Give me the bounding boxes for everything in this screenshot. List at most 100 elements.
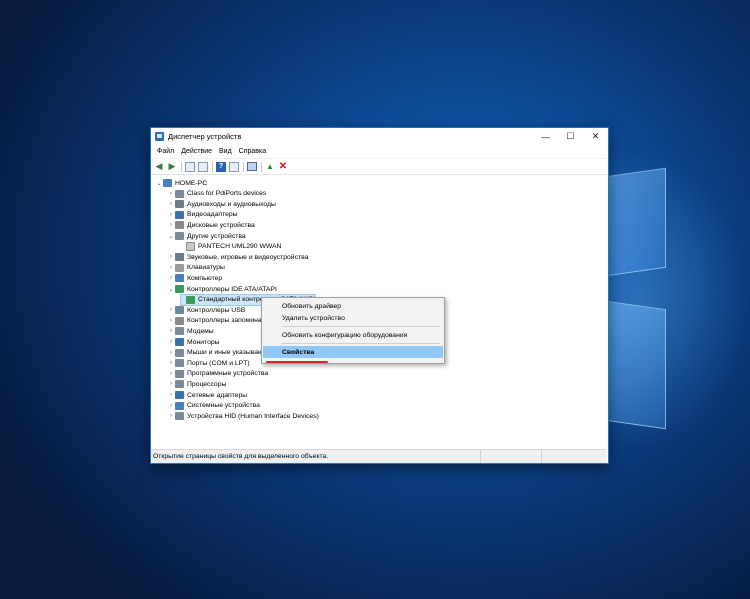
tree-root-label: HOME-PC [175, 179, 208, 187]
pc-device-icon [175, 401, 184, 410]
chevron-right-icon[interactable]: › [167, 222, 175, 228]
dev-device-icon [175, 327, 184, 336]
computer-icon [163, 179, 172, 187]
pc-device-icon [175, 274, 184, 283]
minimize-button[interactable]: — [533, 132, 558, 142]
tree-category[interactable]: › Программные устройства [167, 369, 268, 379]
dev-device-icon [175, 189, 184, 198]
chevron-down-icon[interactable]: ⌄ [155, 180, 163, 187]
tree-item-label: Мониторы [187, 338, 220, 346]
chevron-right-icon[interactable]: › [167, 392, 175, 398]
tree-category[interactable]: › Системные устройства [167, 401, 260, 411]
chevron-right-icon[interactable]: › [167, 328, 175, 334]
close-button[interactable]: ✕ [583, 131, 608, 142]
chevron-right-icon[interactable]: › [167, 403, 175, 409]
tree-item-label: Программные устройства [187, 370, 269, 378]
tree-item-label: Контроллеры USB [187, 306, 246, 314]
context-uninstall-device[interactable]: Удалить устройство [263, 312, 443, 324]
device-manager-window: Диспетчер устройств — ☐ ✕ Файл Действие … [150, 127, 609, 464]
update-driver-icon[interactable]: ▲ [265, 162, 275, 172]
tree-category[interactable]: › Сетевые адаптеры [167, 390, 247, 400]
chevron-right-icon[interactable]: › [167, 350, 175, 356]
back-arrow-icon[interactable]: ◀ [154, 162, 164, 172]
list-icon[interactable] [198, 161, 208, 172]
tree-category[interactable]: › Мониторы [167, 337, 220, 347]
chevron-right-icon[interactable]: › [167, 413, 175, 419]
chevron-right-icon[interactable]: › [167, 371, 175, 377]
uninstall-icon[interactable]: ✕ [278, 161, 288, 172]
chevron-right-icon[interactable]: › [167, 201, 175, 207]
chevron-down-icon[interactable]: ⌄ [167, 233, 175, 240]
menu-action[interactable]: Действие [179, 148, 217, 155]
chevron-right-icon[interactable]: › [167, 212, 175, 218]
tree-category[interactable]: › Дисковые устройства [167, 220, 255, 230]
dev-device-icon [175, 359, 184, 368]
tree-item-label: Модемы [187, 327, 214, 335]
tree-category[interactable]: › Клавиатуры [167, 263, 225, 273]
highlight-underline [266, 361, 328, 363]
chevron-down-icon[interactable]: ⌄ [167, 286, 175, 293]
menu-bar: Файл Действие Вид Справка [151, 145, 608, 159]
dev-device-icon [175, 232, 184, 240]
audio-device-icon [175, 253, 184, 262]
tree-category[interactable]: › Аудиовходы и аудиовыходы [167, 199, 276, 209]
help-icon[interactable]: ? [216, 161, 226, 172]
chevron-right-icon[interactable]: › [167, 360, 175, 366]
tree-category[interactable]: › Порты (COM и LPT) [167, 358, 250, 368]
dev-device-icon [175, 412, 184, 421]
chevron-right-icon[interactable]: › [167, 191, 175, 197]
toolbar-separator [261, 161, 262, 172]
audio-device-icon [175, 200, 184, 209]
monitor-icon[interactable] [247, 162, 257, 171]
toolbar-separator [212, 161, 213, 172]
tree-category[interactable]: › Звуковые, игровые и видеоустройства [167, 252, 308, 262]
tree-item-label: Контроллеры IDE ATA/ATAPI [187, 285, 277, 293]
tree-category[interactable]: › Устройства HID (Human Interface Devices… [167, 411, 319, 421]
menu-file[interactable]: Файл [155, 148, 179, 155]
tree-category[interactable]: › Компьютер [167, 273, 222, 283]
tree-item-label: Порты (COM и LPT) [187, 359, 250, 367]
tree-child-item[interactable]: PANTECH UML290 WWAN [181, 242, 281, 252]
maximize-button[interactable]: ☐ [558, 131, 583, 142]
context-menu: Обновить драйвер Удалить устройство Обно… [261, 297, 445, 364]
tree-category[interactable]: ⌄ Другие устройства [167, 231, 246, 241]
tree-item-label: Видеоадаптеры [187, 211, 238, 219]
chevron-right-icon[interactable]: › [167, 265, 175, 271]
tree-item-label: PANTECH UML290 WWAN [198, 243, 282, 251]
tree-item-label: Class for PdiPorts devices [187, 190, 267, 198]
tree-category[interactable]: ⌄ Контроллеры IDE ATA/ATAPI [167, 284, 277, 294]
dev-device-icon [175, 348, 184, 357]
video-device-icon [175, 338, 184, 346]
tree-item-label: Дисковые устройства [187, 221, 255, 229]
disk-device-icon [175, 316, 184, 325]
menu-view[interactable]: Вид [217, 148, 237, 155]
context-scan-hardware[interactable]: Обновить конфигурацию оборудования [263, 329, 443, 341]
chevron-right-icon[interactable]: › [167, 307, 175, 313]
chevron-right-icon[interactable]: › [167, 381, 175, 387]
menu-help[interactable]: Справка [237, 148, 271, 155]
tree-category[interactable]: › Видеоадаптеры [167, 210, 238, 220]
context-properties[interactable]: Свойства [263, 346, 443, 358]
tree-category[interactable]: › Процессоры [167, 379, 226, 389]
view-icon[interactable] [229, 161, 239, 172]
ide-device-icon [175, 285, 184, 293]
chevron-right-icon[interactable]: › [167, 254, 175, 260]
forward-arrow-icon[interactable]: ▶ [167, 162, 177, 172]
tree-category[interactable]: › Контроллеры USB [167, 305, 245, 315]
chevron-right-icon[interactable]: › [167, 275, 175, 281]
tree-root[interactable]: ⌄ HOME-PC [155, 178, 207, 188]
toolbar-separator [181, 161, 182, 172]
tree-category[interactable]: › Модемы [167, 326, 214, 336]
tree-item-label: Клавиатуры [187, 264, 225, 272]
context-update-driver[interactable]: Обновить драйвер [263, 300, 443, 312]
chevron-right-icon[interactable]: › [167, 339, 175, 345]
tree-item-label: Сетевые адаптеры [187, 391, 248, 399]
tree-item-label: Устройства HID (Human Interface Devices) [187, 412, 319, 420]
toolbar: ◀ ▶ ? ▲ ✕ [151, 159, 608, 175]
tree-item-label: Системные устройства [187, 402, 260, 410]
usb-device-icon [175, 306, 184, 315]
chevron-right-icon[interactable]: › [167, 318, 175, 324]
properties-icon[interactable] [185, 161, 195, 172]
status-bar: Открытие страницы свойств для выделенног… [151, 449, 606, 463]
tree-category[interactable]: › Class for PdiPorts devices [167, 189, 266, 199]
